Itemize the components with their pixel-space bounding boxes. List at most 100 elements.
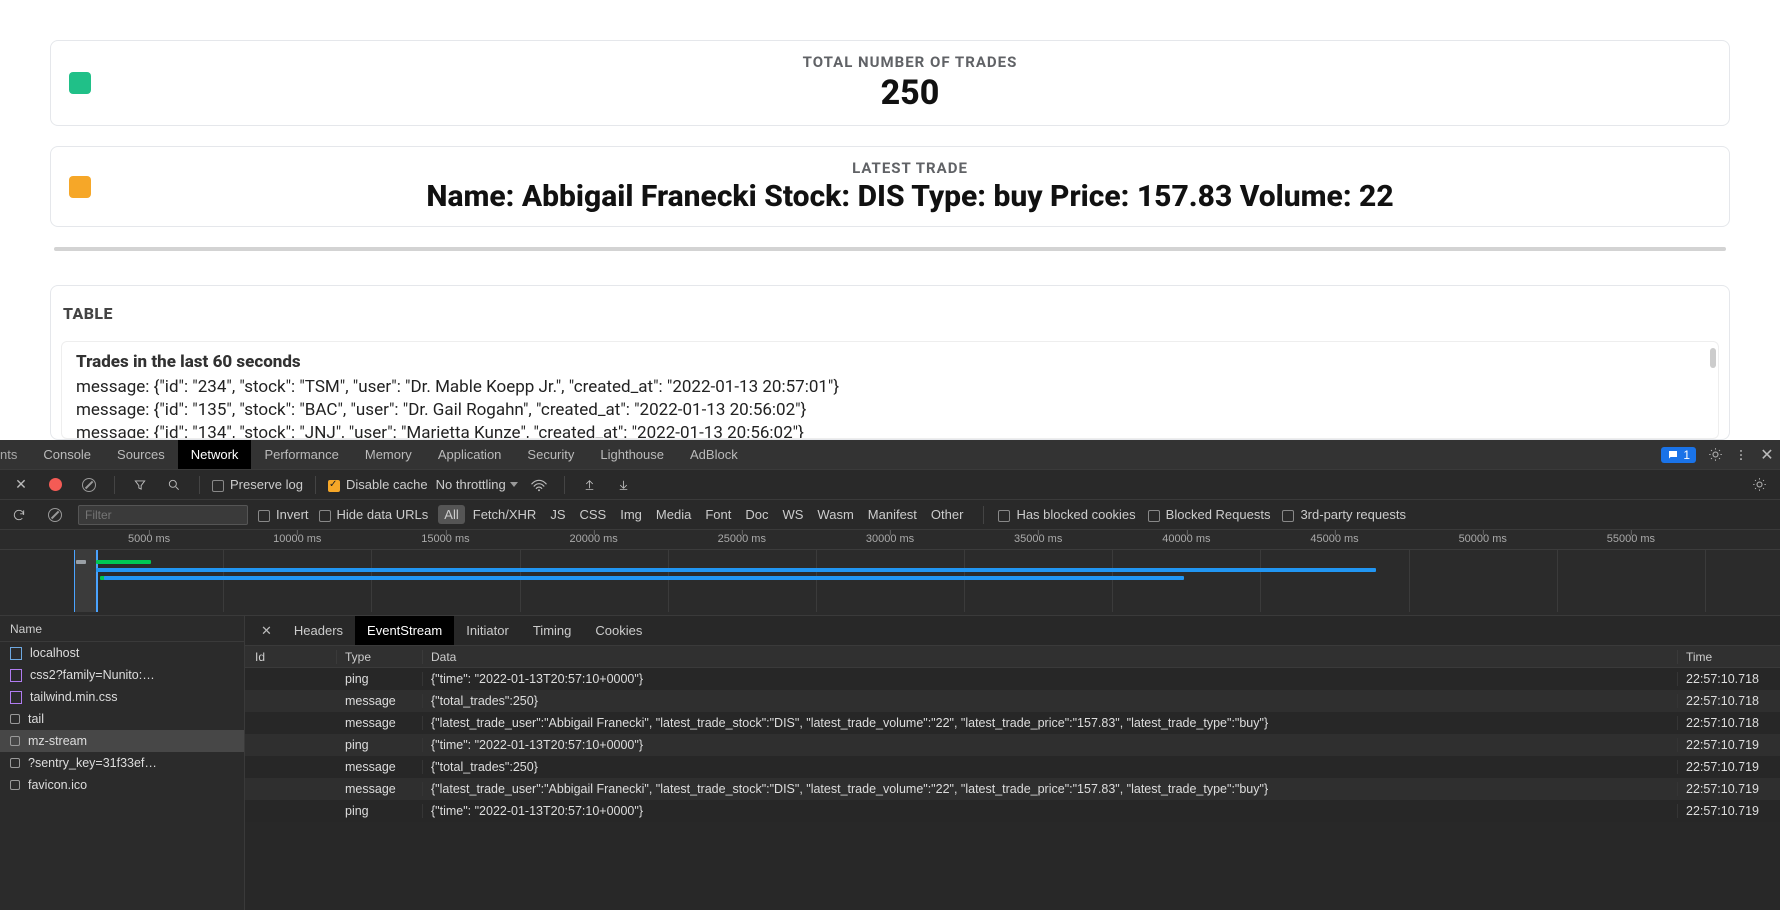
devtools-panel: ntsConsoleSourcesNetworkPerformanceMemor… <box>0 440 1780 910</box>
col-id[interactable]: Id <box>245 650 337 664</box>
col-time[interactable]: Time <box>1678 650 1780 664</box>
col-data[interactable]: Data <box>423 650 1678 664</box>
filter-type-js[interactable]: JS <box>544 505 571 524</box>
request-tab-headers[interactable]: Headers <box>282 616 355 645</box>
throttling-select[interactable]: No throttling <box>436 477 518 492</box>
request-tab-cookies[interactable]: Cookies <box>583 616 654 645</box>
filter-type-font[interactable]: Font <box>699 505 737 524</box>
filter-type-doc[interactable]: Doc <box>739 505 774 524</box>
request-tab-eventstream[interactable]: EventStream <box>355 616 454 645</box>
close-panel-icon[interactable]: ✕ <box>8 472 34 498</box>
box-icon <box>10 714 20 724</box>
table-inner[interactable]: Trades in the last 60 seconds message: {… <box>61 341 1719 439</box>
devtools-tab-sources[interactable]: Sources <box>104 440 178 469</box>
ruler-tick: 55000 ms <box>1607 533 1655 545</box>
network-toolbar: ✕ Preserve log Disable cache No throttli… <box>0 470 1780 500</box>
filter-type-ws[interactable]: WS <box>776 505 809 524</box>
request-item-label: mz-stream <box>28 734 87 748</box>
gear-icon[interactable] <box>1702 442 1728 468</box>
cell-data: {"total_trades":250} <box>423 760 1678 774</box>
request-item[interactable]: mz-stream <box>0 730 244 752</box>
network-overview[interactable]: 5000 ms10000 ms15000 ms20000 ms25000 ms3… <box>0 530 1780 616</box>
download-har-icon[interactable] <box>611 472 637 498</box>
event-row[interactable]: message{"latest_trade_user":"Abbigail Fr… <box>245 712 1780 734</box>
reload-icon[interactable] <box>6 502 32 528</box>
devtools-tab-security[interactable]: Security <box>514 440 587 469</box>
ruler-tick: 35000 ms <box>1014 533 1062 545</box>
box-icon <box>10 758 20 768</box>
filter-type-wasm[interactable]: Wasm <box>811 505 859 524</box>
devtools-tab-network[interactable]: Network <box>178 440 252 469</box>
has-blocked-cookies-toggle[interactable]: Has blocked cookies <box>998 507 1135 522</box>
devtools-tab-memory[interactable]: Memory <box>352 440 425 469</box>
filter-type-other[interactable]: Other <box>925 505 970 524</box>
ruler-tick: 10000 ms <box>273 533 321 545</box>
filter-type-all[interactable]: All <box>438 505 464 524</box>
cell-type: ping <box>337 672 423 686</box>
search-icon[interactable] <box>161 472 187 498</box>
scroll-indicator[interactable] <box>1710 348 1716 368</box>
request-item[interactable]: favicon.ico <box>0 774 244 796</box>
cell-time: 22:57:10.719 <box>1678 804 1780 818</box>
blocked-requests-toggle[interactable]: Blocked Requests <box>1148 507 1271 522</box>
event-row[interactable]: message{"total_trades":250}22:57:10.719 <box>245 756 1780 778</box>
table-card: TABLE Trades in the last 60 seconds mess… <box>50 285 1730 440</box>
latest-trade-subtitle: LATEST TRADE <box>109 159 1711 177</box>
devtools-tab-performance[interactable]: Performance <box>251 440 351 469</box>
request-tab-timing[interactable]: Timing <box>521 616 584 645</box>
cell-time: 22:57:10.718 <box>1678 672 1780 686</box>
devtools-tab-lighthouse[interactable]: Lighthouse <box>587 440 677 469</box>
request-item[interactable]: ?sentry_key=31f33ef… <box>0 752 244 774</box>
ruler-tick: 45000 ms <box>1310 533 1358 545</box>
third-party-toggle[interactable]: 3rd-party requests <box>1282 507 1406 522</box>
filter-icon[interactable] <box>127 472 153 498</box>
network-conditions-icon[interactable] <box>526 472 552 498</box>
disable-cache-toggle[interactable]: Disable cache <box>328 477 428 492</box>
request-item-label: favicon.ico <box>28 778 87 792</box>
close-detail-icon[interactable]: ✕ <box>251 616 282 645</box>
box-icon <box>10 780 20 790</box>
ruler-tick: 5000 ms <box>128 533 170 545</box>
upload-har-icon[interactable] <box>577 472 603 498</box>
table-heading: TABLE <box>63 304 1719 323</box>
event-row[interactable]: message{"latest_trade_user":"Abbigail Fr… <box>245 778 1780 800</box>
close-icon[interactable]: ✕ <box>1754 442 1780 468</box>
request-item[interactable]: css2?family=Nunito:… <box>0 664 244 686</box>
filter-input[interactable] <box>78 505 248 525</box>
devtools-tab-application[interactable]: Application <box>425 440 515 469</box>
event-row[interactable]: ping{"time": "2022-01-13T20:57:10+0000"}… <box>245 800 1780 822</box>
message-line: message: {"id": "234", "stock": "TSM", "… <box>76 376 1704 399</box>
cell-time: 22:57:10.719 <box>1678 760 1780 774</box>
clear-filter-icon[interactable] <box>42 502 68 528</box>
box-icon <box>10 736 20 746</box>
request-item[interactable]: tail <box>0 708 244 730</box>
event-row[interactable]: ping{"time": "2022-01-13T20:57:10+0000"}… <box>245 734 1780 756</box>
issues-count: 1 <box>1683 448 1690 462</box>
filter-type-fetchxhr[interactable]: Fetch/XHR <box>467 505 543 524</box>
invert-toggle[interactable]: Invert <box>258 507 309 522</box>
filter-type-media[interactable]: Media <box>650 505 697 524</box>
devtools-tab-nts[interactable]: nts <box>0 440 30 469</box>
filter-type-manifest[interactable]: Manifest <box>862 505 923 524</box>
request-item[interactable]: localhost <box>0 642 244 664</box>
message-line: message: {"id": "135", "stock": "BAC", "… <box>76 399 1704 422</box>
issues-badge[interactable]: 1 <box>1661 447 1696 463</box>
cell-data: {"latest_trade_user":"Abbigail Franecki"… <box>423 782 1678 796</box>
request-item[interactable]: tailwind.min.css <box>0 686 244 708</box>
clear-button[interactable] <box>76 472 102 498</box>
devtools-tab-console[interactable]: Console <box>30 440 104 469</box>
cell-type: message <box>337 760 423 774</box>
devtools-tab-adblock[interactable]: AdBlock <box>677 440 751 469</box>
kebab-icon[interactable] <box>1728 442 1754 468</box>
gear-icon[interactable] <box>1746 472 1772 498</box>
hide-data-urls-toggle[interactable]: Hide data URLs <box>319 507 429 522</box>
cell-time: 22:57:10.719 <box>1678 738 1780 752</box>
event-row[interactable]: message{"total_trades":250}22:57:10.718 <box>245 690 1780 712</box>
col-type[interactable]: Type <box>337 650 423 664</box>
event-row[interactable]: ping{"time": "2022-01-13T20:57:10+0000"}… <box>245 668 1780 690</box>
preserve-log-toggle[interactable]: Preserve log <box>212 477 303 492</box>
filter-type-css[interactable]: CSS <box>574 505 613 524</box>
filter-type-img[interactable]: Img <box>614 505 648 524</box>
record-button[interactable] <box>42 472 68 498</box>
request-tab-initiator[interactable]: Initiator <box>454 616 521 645</box>
